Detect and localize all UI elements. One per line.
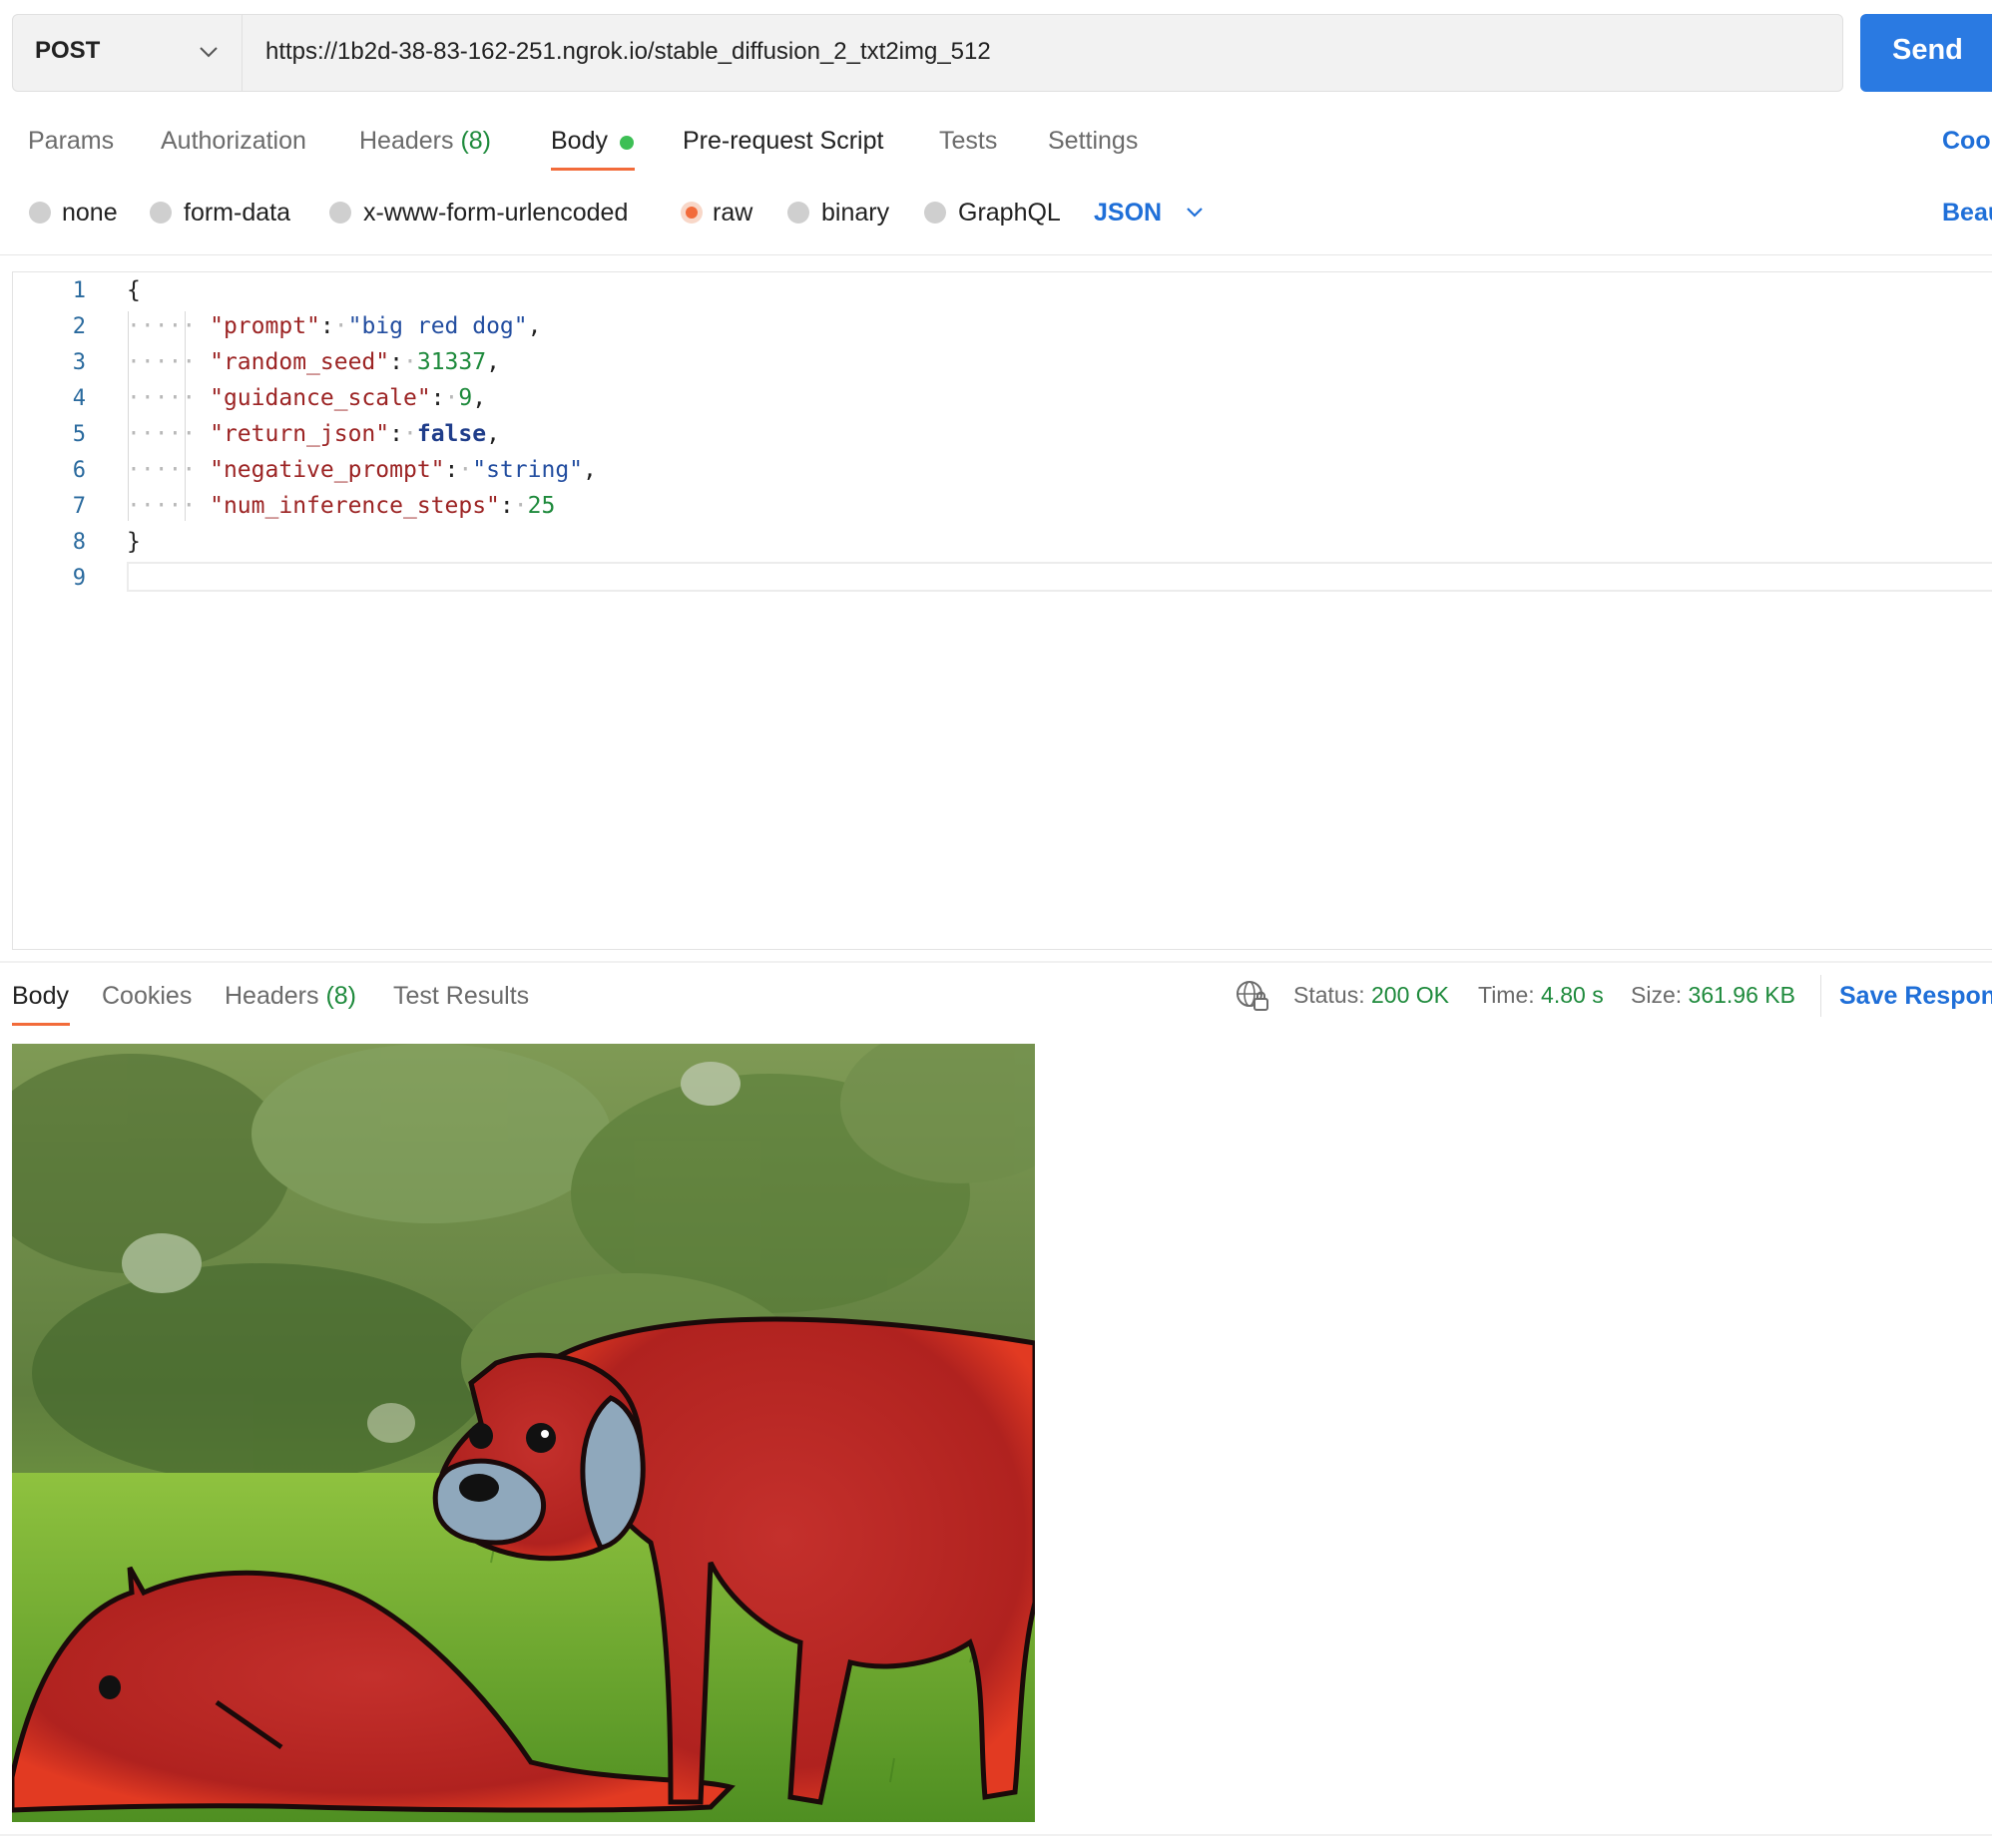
response-tab-body[interactable]: Body [12, 982, 69, 1011]
chevron-down-icon [200, 47, 218, 58]
active-tab-indicator [12, 1023, 70, 1026]
line-number: 2 [72, 314, 86, 339]
tab-headers[interactable]: Headers (8) [359, 127, 491, 156]
url-input[interactable]: https://1b2d-38-83-162-251.ngrok.io/stab… [265, 38, 991, 66]
headers-count: (8) [460, 127, 492, 155]
line-number: 9 [72, 566, 86, 591]
chevron-down-icon[interactable] [1186, 207, 1204, 219]
json-value: 9 [458, 385, 473, 411]
line-number: 6 [72, 458, 86, 483]
status-value: 200 OK [1371, 982, 1449, 1008]
json-key: "guidance_scale" [210, 385, 431, 411]
indent-guide [185, 311, 186, 521]
json-value: "string" [472, 457, 584, 483]
divider [0, 1834, 1992, 1836]
code-line: ····· "return_json":·false, [127, 421, 500, 447]
status-label: Status: [1293, 982, 1365, 1008]
line-number: 1 [72, 278, 86, 303]
code-line: } [127, 529, 141, 555]
radio-raw[interactable] [681, 202, 703, 224]
json-comma: , [472, 385, 487, 411]
beautify-link[interactable]: Beautify [1942, 199, 1992, 228]
line-number: 4 [72, 386, 86, 411]
send-button[interactable]: Send [1860, 14, 1992, 92]
indent-guide [128, 311, 129, 521]
radio-binary-label: binary [821, 199, 890, 227]
active-line-highlight [127, 562, 1992, 592]
radio-urlencoded[interactable] [329, 202, 351, 224]
json-key: "random_seed" [210, 349, 390, 375]
radio-graphql-label: GraphQL [958, 199, 1061, 227]
line-number: 7 [72, 494, 86, 519]
tab-body[interactable]: Body [551, 127, 608, 156]
active-tab-indicator [551, 168, 635, 171]
json-key: "prompt" [210, 313, 320, 339]
json-comma: , [583, 457, 597, 483]
divider [0, 254, 1992, 255]
radio-graphql[interactable] [924, 202, 946, 224]
status-indicator: Status: 200 OK [1293, 982, 1449, 1009]
cookies-link[interactable]: Cookies [1942, 127, 1992, 156]
request-url-bar: POST https://1b2d-38-83-162-251.ngrok.io… [12, 14, 1843, 92]
code-line: ····· "guidance_scale":·9, [127, 385, 487, 411]
json-comma: , [486, 349, 500, 375]
json-value: 31337 [416, 349, 487, 375]
radio-raw-label: raw [713, 199, 753, 227]
divider [0, 961, 1992, 963]
time-label: Time: [1478, 982, 1535, 1008]
code-line: ····· "prompt":·"big red dog", [127, 313, 542, 339]
method-label: POST [35, 37, 101, 64]
response-tab-headers-label: Headers [225, 982, 319, 1010]
save-response-button[interactable]: Save Response [1839, 982, 1992, 1011]
time-indicator: Time: 4.80 s [1478, 982, 1604, 1009]
code-line: ····· "num_inference_steps":·25 [127, 493, 556, 519]
json-comma: , [486, 421, 500, 447]
radio-none[interactable] [29, 202, 51, 224]
json-key: "return_json" [210, 421, 390, 447]
json-value: false [416, 421, 487, 447]
radio-none-label: none [62, 199, 118, 227]
response-tab-cookies[interactable]: Cookies [102, 982, 192, 1011]
json-comma: , [527, 313, 542, 339]
method-select[interactable]: POST [13, 15, 243, 91]
code-line: ····· "negative_prompt":·"string", [127, 457, 597, 483]
tab-authorization[interactable]: Authorization [161, 127, 306, 156]
json-key: "negative_prompt" [210, 457, 445, 483]
tab-params[interactable]: Params [28, 127, 114, 156]
response-tab-test-results[interactable]: Test Results [393, 982, 529, 1011]
tab-settings[interactable]: Settings [1048, 127, 1138, 156]
size-indicator: Size: 361.96 KB [1631, 982, 1795, 1009]
radio-binary[interactable] [787, 202, 809, 224]
headers-count: (8) [325, 982, 357, 1010]
response-image [12, 1044, 1035, 1822]
tab-tests[interactable]: Tests [939, 127, 997, 156]
radio-form-data-label: form-data [184, 199, 290, 227]
send-button-label: Send [1892, 34, 1963, 66]
code-line: { [127, 277, 141, 303]
format-select[interactable]: JSON [1094, 199, 1162, 228]
status-dot-icon [620, 136, 634, 150]
line-number: 5 [72, 422, 86, 447]
generated-image [12, 1044, 1035, 1822]
time-value: 4.80 s [1541, 982, 1604, 1008]
divider [1820, 975, 1821, 1017]
code-line: ····· "random_seed":·31337, [127, 349, 500, 375]
line-number: 8 [72, 530, 86, 555]
response-tab-headers[interactable]: Headers (8) [225, 982, 356, 1011]
json-key: "num_inference_steps" [210, 493, 500, 519]
size-label: Size: [1631, 982, 1683, 1008]
radio-urlencoded-label: x-www-form-urlencoded [363, 199, 629, 227]
json-value: "big red dog" [347, 313, 528, 339]
tab-headers-label: Headers [359, 127, 454, 155]
tab-pre-request-script[interactable]: Pre-request Script [683, 127, 883, 156]
globe-lock-icon[interactable] [1236, 980, 1269, 1012]
radio-form-data[interactable] [150, 202, 172, 224]
line-number: 3 [72, 350, 86, 375]
size-value: 361.96 KB [1688, 982, 1795, 1008]
json-value: 25 [527, 493, 556, 519]
